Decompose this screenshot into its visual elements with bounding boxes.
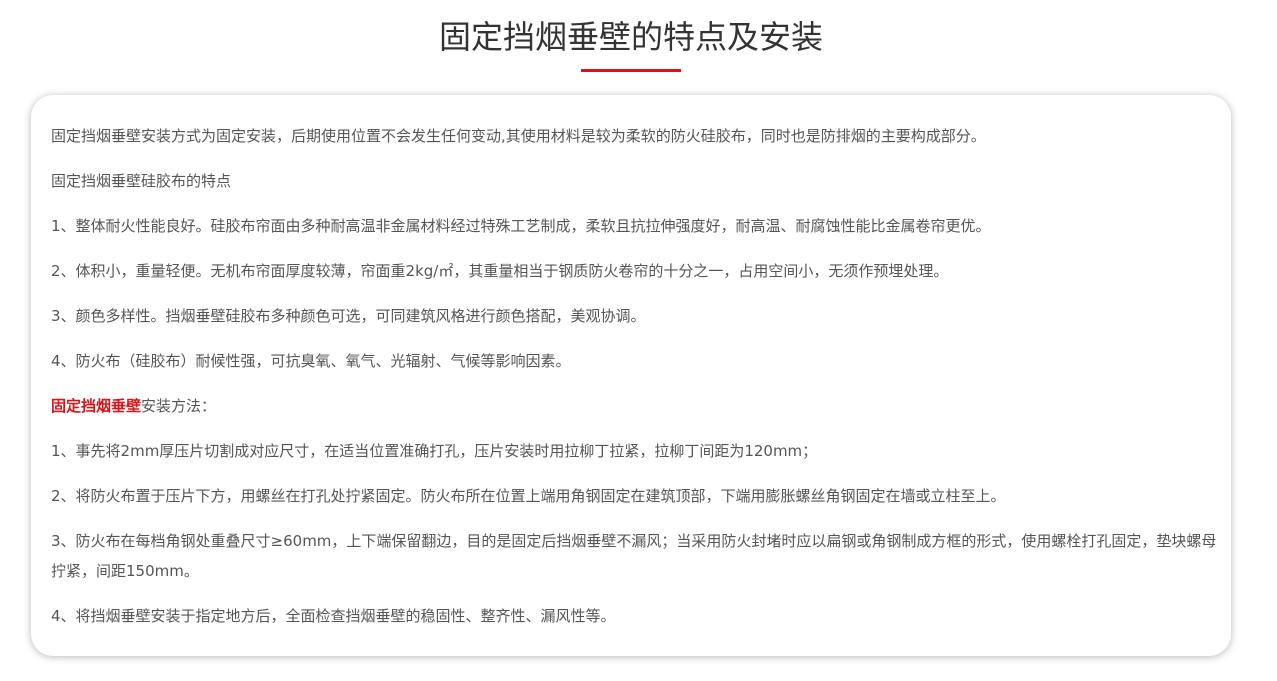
install-heading-link[interactable]: 固定挡烟垂壁 (51, 397, 141, 415)
intro-paragraph: 固定挡烟垂壁安装方式为固定安装，后期使用位置不会发生任何变动,其使用材料是较为柔… (51, 127, 986, 145)
feature-item-4: 4、防火布（硅胶布）耐候性强，可抗臭氧、氧气、光辐射、气候等影响因素。 (51, 352, 571, 370)
feature-item-2: 2、体积小，重量轻便。无机布帘面厚度较薄，帘面重2kg/㎡，其重量相当于钢质防火… (51, 262, 949, 280)
page-title: 固定挡烟垂壁的特点及安装 (438, 18, 823, 56)
install-step-4: 4、将挡烟垂壁安装于指定地方后，全面检查挡烟垂壁的稳固性、整齐性、漏风性等。 (51, 607, 616, 625)
title-underline (581, 69, 681, 72)
feature-item-3: 3、颜色多样性。挡烟垂壁硅胶布多种颜色可选，可同建筑风格进行颜色搭配，美观协调。 (51, 307, 646, 325)
install-heading: 固定挡烟垂壁安装方法： (51, 391, 1219, 421)
install-heading-rest: 安装方法： (141, 397, 217, 415)
install-step-1: 1、事先将2mm厚压片切割成对应尺寸，在适当位置准确打孔，压片安装时用拉柳丁拉紧… (51, 442, 818, 460)
feature-item-1: 1、整体耐火性能良好。硅胶布帘面由多种耐高温非金属材料经过特殊工艺制成，柔软且抗… (51, 217, 991, 235)
features-heading: 固定挡烟垂壁硅胶布的特点 (51, 172, 232, 190)
content-card: 固定挡烟垂壁安装方式为固定安装，后期使用位置不会发生任何变动,其使用材料是较为柔… (31, 95, 1231, 656)
install-step-3: 3、防火布在每档角钢处重叠尺寸≥60mm，上下端保留翻边，目的是固定后挡烟垂壁不… (51, 532, 1217, 580)
install-step-2: 2、将防火布置于压片下方，用螺丝在打孔处拧紧固定。防火布所在位置上端用角钢固定在… (51, 487, 1006, 505)
